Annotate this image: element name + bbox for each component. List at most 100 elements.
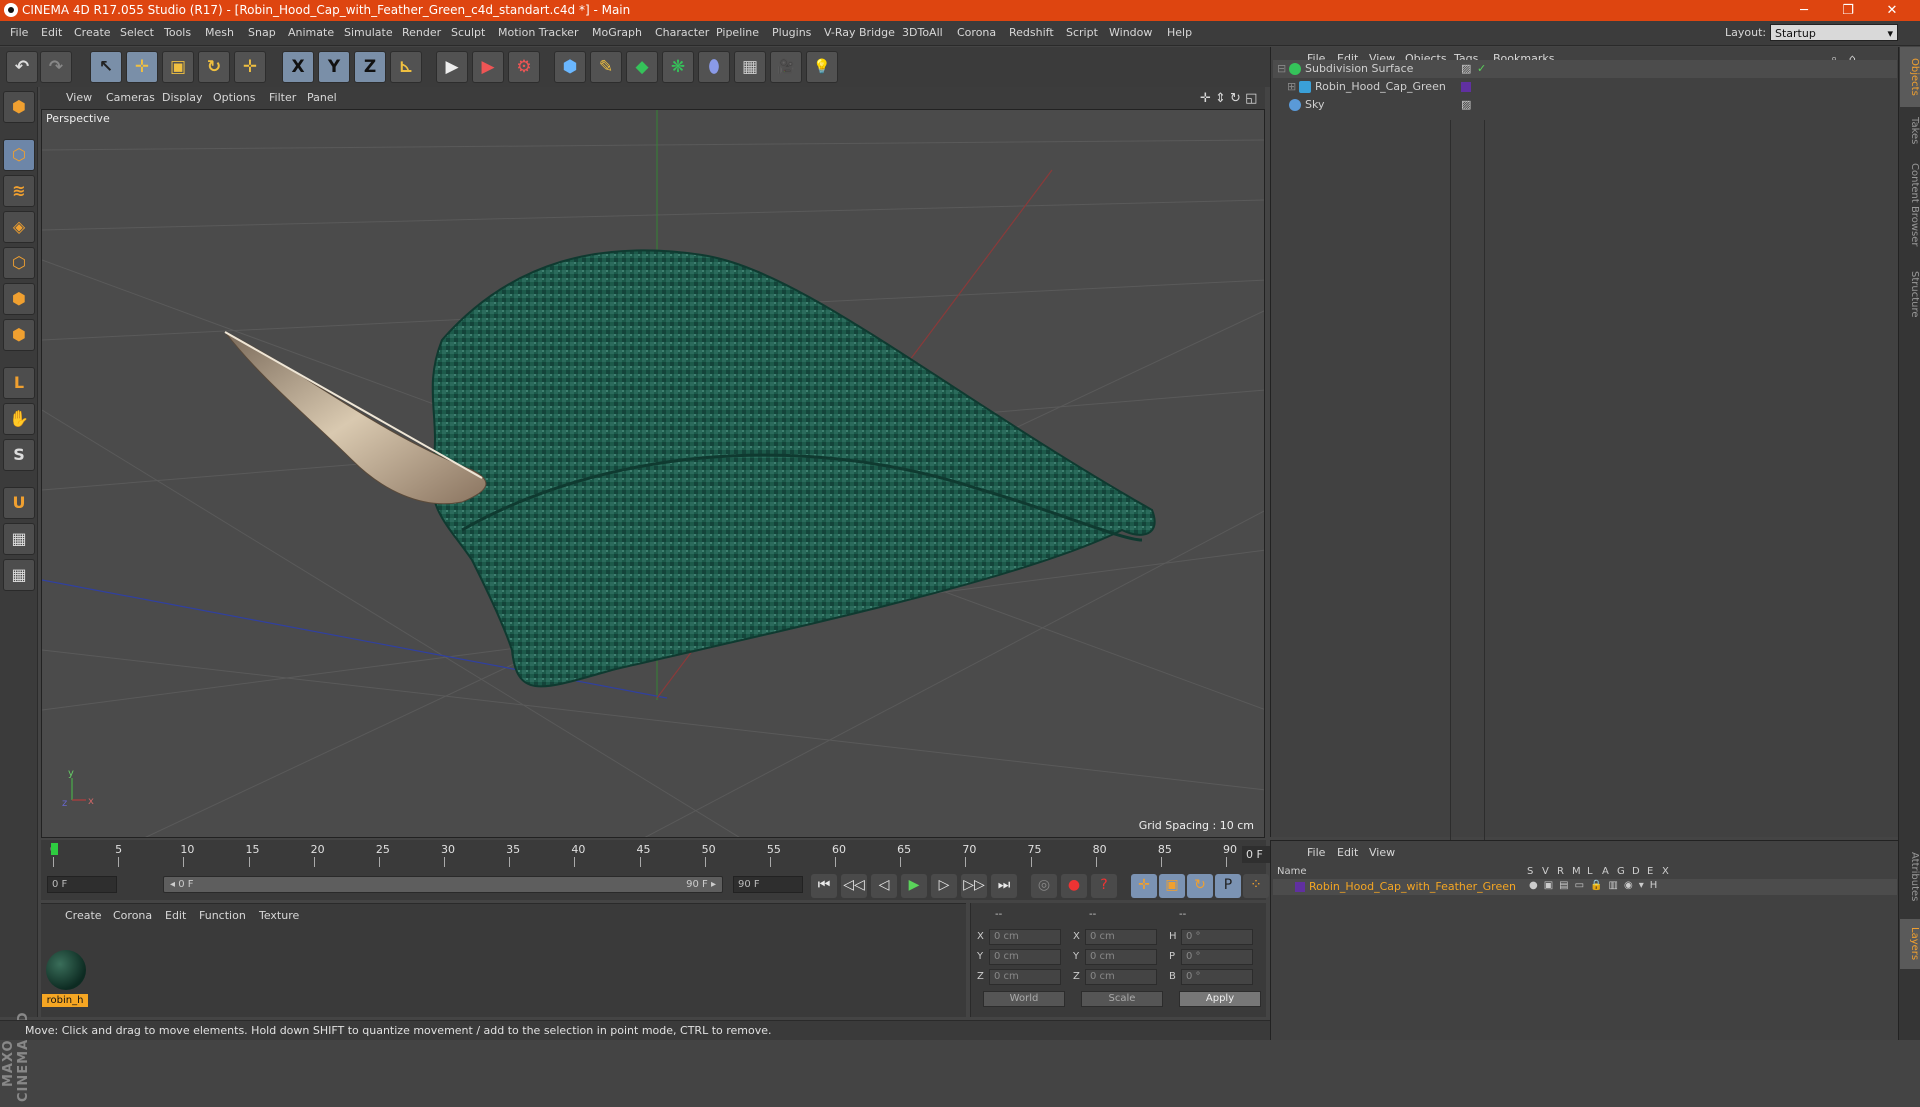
render-settings-button[interactable]: ⚙: [508, 51, 540, 83]
close-button[interactable]: ✕: [1872, 1, 1912, 20]
tweak-mode-button[interactable]: ✋: [3, 403, 35, 435]
menu-window[interactable]: Window: [1109, 26, 1152, 39]
vp-menu-options[interactable]: Options: [213, 91, 255, 104]
snap-button[interactable]: U: [3, 487, 35, 519]
layer-column-g[interactable]: G: [1617, 866, 1625, 877]
render-picture-viewer-button[interactable]: ▶: [472, 51, 504, 83]
tab-layers[interactable]: Layers: [1900, 919, 1920, 969]
vp-menu-cameras[interactable]: Cameras: [106, 91, 155, 104]
menu-file[interactable]: File: [10, 26, 28, 39]
rotate-tool-button[interactable]: ↻: [198, 51, 230, 83]
layer-column-x[interactable]: X: [1662, 866, 1669, 877]
menu-simulate[interactable]: Simulate: [344, 26, 393, 39]
preview-range-slider[interactable]: ◂ 0 F 90 F ▸: [163, 876, 723, 893]
z-axis-button[interactable]: Z: [354, 51, 386, 83]
make-editable-button[interactable]: ⬢: [3, 91, 35, 123]
go-to-start-button[interactable]: ⏮: [811, 874, 837, 898]
record-active-objects-button[interactable]: ●: [1061, 874, 1087, 898]
pen-spline-button[interactable]: ✎: [590, 51, 622, 83]
size-z-field[interactable]: 0 cm: [1085, 969, 1157, 985]
pos-x-field[interactable]: 0 cm: [989, 929, 1061, 945]
menu-snap[interactable]: Snap: [248, 26, 276, 39]
go-to-end-button[interactable]: ⏭: [991, 874, 1017, 898]
expand-icon[interactable]: ⊟: [1277, 60, 1286, 78]
menu-corona[interactable]: Corona: [957, 26, 996, 39]
floor-button[interactable]: ▦: [734, 51, 766, 83]
vp-menu-view[interactable]: View: [66, 91, 92, 104]
pos-y-field[interactable]: 0 cm: [989, 949, 1061, 965]
layer-icon[interactable]: ▨: [1461, 60, 1471, 78]
autokeying-button[interactable]: ?: [1091, 874, 1117, 898]
viewport-nav-icons[interactable]: ✛ ⇕ ↻ ◱: [1200, 91, 1257, 106]
layer-row[interactable]: Robin_Hood_Cap_with_Feather_Green ●▣▤▭🔒▥…: [1273, 879, 1897, 895]
size-x-field[interactable]: 0 cm: [1085, 929, 1157, 945]
previous-frame-button[interactable]: ◁: [871, 874, 897, 898]
menu-script[interactable]: Script: [1066, 26, 1098, 39]
vp-menu-filter[interactable]: Filter: [269, 91, 296, 104]
scale-tool-button[interactable]: ▣: [162, 51, 194, 83]
layer-column-v[interactable]: V: [1542, 866, 1549, 877]
record-disabled-button[interactable]: ◎: [1031, 874, 1057, 898]
tab-takes[interactable]: Takes: [1900, 111, 1920, 151]
menu-motion-tracker[interactable]: Motion Tracker: [498, 26, 578, 39]
keyframe-parameter-button[interactable]: P: [1215, 874, 1241, 898]
mat-menu-edit[interactable]: Edit: [165, 909, 186, 922]
edges-mode-button[interactable]: ⬢: [3, 283, 35, 315]
layer-color-swatch[interactable]: [1295, 882, 1305, 892]
menu-mograph[interactable]: MoGraph: [592, 26, 642, 39]
size-y-field[interactable]: 0 cm: [1085, 949, 1157, 965]
end-frame-field[interactable]: 90 F: [733, 876, 803, 893]
pos-z-field[interactable]: 0 cm: [989, 969, 1061, 985]
layer-column-e[interactable]: E: [1647, 866, 1653, 877]
layer-menu-edit[interactable]: Edit: [1337, 846, 1358, 859]
next-frame-button[interactable]: ▷: [931, 874, 957, 898]
points-mode-button[interactable]: ⬡: [3, 247, 35, 279]
material-item[interactable]: robin_h: [42, 924, 92, 1014]
coordinate-system-button[interactable]: ⊾: [390, 51, 422, 83]
layer-menu-file[interactable]: File: [1307, 846, 1325, 859]
minimize-button[interactable]: ─: [1784, 1, 1824, 20]
model-mode-button[interactable]: ⬡: [3, 139, 35, 171]
expand-icon[interactable]: ⊞: [1287, 78, 1296, 96]
keyframe-position-button[interactable]: ✛: [1131, 874, 1157, 898]
planar-workplane-button[interactable]: ▦: [3, 559, 35, 591]
keyframe-rotation-button[interactable]: ↻: [1187, 874, 1213, 898]
enabled-check-icon[interactable]: ✓: [1477, 60, 1486, 78]
menu-create[interactable]: Create: [74, 26, 111, 39]
mat-menu-corona[interactable]: Corona: [113, 909, 152, 922]
polygons-mode-button[interactable]: ⬢: [3, 319, 35, 351]
layer-column-d[interactable]: D: [1632, 866, 1640, 877]
layer-column-r[interactable]: R: [1557, 866, 1564, 877]
workplane-button[interactable]: ◈: [3, 211, 35, 243]
start-frame-field[interactable]: 0 F: [47, 876, 117, 893]
menu-sculpt[interactable]: Sculpt: [451, 26, 485, 39]
layer-column-a[interactable]: A: [1602, 866, 1609, 877]
next-key-button[interactable]: ▷▷: [961, 874, 987, 898]
perspective-viewport[interactable]: y x z Perspective Grid Spacing : 10 cm: [41, 109, 1265, 838]
menu-character[interactable]: Character: [655, 26, 709, 39]
layer-icon[interactable]: ▨: [1461, 96, 1471, 114]
menu-vray-bridge[interactable]: V-Ray Bridge: [824, 26, 895, 39]
object-row-robin-hood-cap[interactable]: ⊞ Robin_Hood_Cap_Green: [1273, 78, 1897, 96]
move-tool-button[interactable]: ✛: [126, 51, 158, 83]
light-button[interactable]: 💡: [806, 51, 838, 83]
play-button[interactable]: ▶: [901, 874, 927, 898]
layer-column-s[interactable]: S: [1527, 866, 1533, 877]
undo-button[interactable]: ↶: [6, 51, 38, 83]
vp-menu-panel[interactable]: Panel: [307, 91, 337, 104]
texture-mode-button[interactable]: ≋: [3, 175, 35, 207]
x-axis-button[interactable]: X: [282, 51, 314, 83]
world-dropdown[interactable]: World: [983, 991, 1065, 1007]
object-row-subdivision-surface[interactable]: ⊟ Subdivision Surface ▨ ✓: [1273, 60, 1897, 78]
object-row-sky[interactable]: Sky ▨: [1273, 96, 1897, 114]
keyframe-pla-button[interactable]: ⁘: [1243, 874, 1269, 898]
rot-h-field[interactable]: 0 °: [1181, 929, 1253, 945]
cube-object-button[interactable]: ⬢: [554, 51, 586, 83]
tab-content-browser[interactable]: Content Browser: [1900, 155, 1920, 255]
recent-tool-button[interactable]: ✛: [234, 51, 266, 83]
subdivision-surface-button[interactable]: ◆: [626, 51, 658, 83]
mat-menu-function[interactable]: Function: [199, 909, 246, 922]
menu-animate[interactable]: Animate: [288, 26, 334, 39]
material-tag-icon[interactable]: [1461, 82, 1471, 92]
menu-mesh[interactable]: Mesh: [205, 26, 234, 39]
